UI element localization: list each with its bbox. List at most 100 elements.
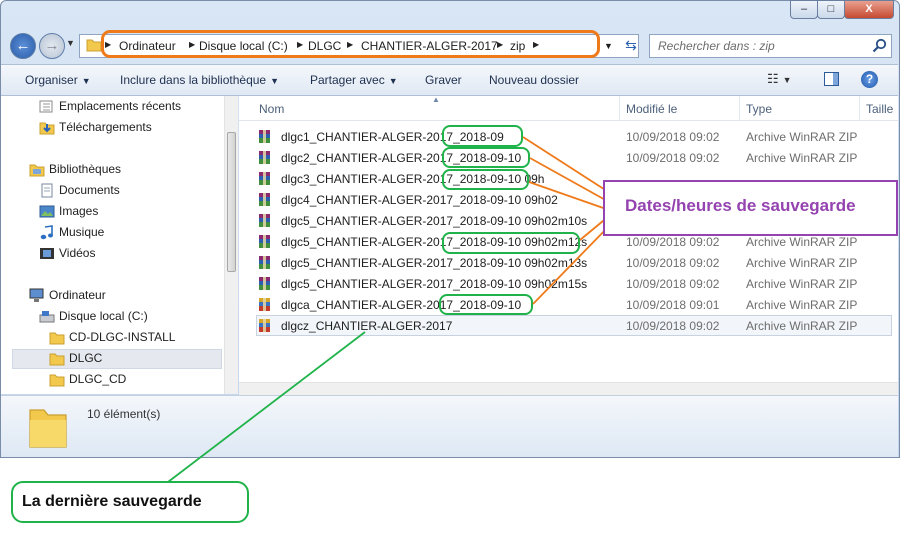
- forward-button[interactable]: →: [39, 33, 65, 59]
- callout-last-save: La dernière sauvegarde: [11, 481, 249, 523]
- search-input[interactable]: Rechercher dans : zip: [658, 39, 775, 53]
- column-size[interactable]: Taille: [866, 102, 893, 116]
- chevron-down-icon: ▼: [782, 75, 792, 85]
- maximize-button[interactable]: □: [817, 0, 845, 19]
- nav-label: DLGC: [69, 351, 103, 365]
- nav-label: Musique: [59, 225, 105, 239]
- nav-label: DLGC_CD: [69, 372, 127, 386]
- file-type: Archive WinRAR ZIP: [746, 130, 858, 144]
- arrow-left-icon: ←: [15, 37, 31, 54]
- file-modified: 10/09/2018 09:02: [626, 256, 720, 270]
- nav-label: Documents: [59, 183, 120, 197]
- change-view-button[interactable]: ☷ ▼: [767, 71, 792, 87]
- file-type: Archive WinRAR ZIP: [746, 277, 858, 291]
- winrar-archive-icon: [259, 277, 270, 290]
- chevron-down-icon: ▼: [388, 76, 398, 86]
- file-type: Archive WinRAR ZIP: [746, 319, 858, 333]
- nav-label: Vidéos: [59, 246, 96, 260]
- nav-scrollbar[interactable]: [224, 96, 238, 394]
- nav-label: CD-DLGC-INSTALL: [69, 330, 176, 344]
- share-menu[interactable]: Partager avec ▼: [310, 73, 398, 87]
- downloads-folder-icon: [39, 122, 55, 135]
- command-bar: Organiser ▼ Inclure dans la bibliothèque ▼…: [1, 64, 898, 96]
- libraries-icon: [29, 164, 45, 177]
- address-history-dropdown[interactable]: ▼: [604, 41, 613, 51]
- column-header: ▲ Nom Modifié le Type Taille: [239, 95, 898, 121]
- file-name: dlgcz_CHANTIER-ALGER-2017: [281, 319, 453, 333]
- horizontal-scrollbar[interactable]: [239, 382, 898, 396]
- help-button[interactable]: ?: [861, 71, 878, 88]
- preview-pane-button[interactable]: [824, 72, 839, 86]
- search-box[interactable]: Rechercher dans : zip: [649, 34, 892, 58]
- file-type: Archive WinRAR ZIP: [746, 151, 858, 165]
- videos-icon: [40, 248, 54, 259]
- winrar-archive-icon: [259, 130, 270, 143]
- new-folder-button[interactable]: Nouveau dossier: [489, 73, 579, 87]
- nav-label: Bibliothèques: [49, 162, 122, 176]
- file-name: dlgc5_CHANTIER-ALGER-2017_2018-09-10 09h…: [281, 256, 588, 270]
- nav-label: Disque local (C:): [59, 309, 148, 323]
- file-modified: 10/09/2018 09:02: [626, 319, 720, 333]
- organize-label: Organiser: [25, 73, 78, 87]
- file-type: Archive WinRAR ZIP: [746, 298, 858, 312]
- folder-icon: [86, 39, 102, 52]
- column-type[interactable]: Type: [746, 102, 772, 116]
- file-name: dlgc4_CHANTIER-ALGER-2017_2018-09-10 09h…: [281, 193, 558, 207]
- computer-icon: [29, 288, 44, 302]
- nav-selection-highlight: [12, 349, 222, 369]
- winrar-archive-icon: [259, 151, 270, 164]
- music-note-icon: [40, 225, 53, 240]
- include-library-menu[interactable]: Inclure dans la bibliothèque ▼: [120, 73, 279, 87]
- folder-large-icon: [29, 409, 67, 448]
- file-modified: 10/09/2018 09:01: [626, 298, 720, 312]
- file-modified: 10/09/2018 09:02: [626, 277, 720, 291]
- share-label: Partager avec: [310, 73, 385, 87]
- date-highlight-box: [442, 125, 523, 147]
- recent-pages-dropdown[interactable]: ▼: [66, 38, 75, 48]
- sort-ascending-icon: ▲: [432, 95, 440, 104]
- hard-drive-icon: [39, 311, 55, 323]
- chevron-down-icon: ▼: [81, 76, 91, 86]
- nav-label: Ordinateur: [49, 288, 106, 302]
- view-list-icon: ☷: [767, 71, 779, 86]
- minimize-button[interactable]: –: [790, 0, 818, 19]
- file-type: Archive WinRAR ZIP: [746, 256, 858, 270]
- include-label: Inclure dans la bibliothèque: [120, 73, 267, 87]
- documents-icon: [41, 183, 53, 198]
- refresh-icon: ⇆: [625, 37, 637, 53]
- column-modified[interactable]: Modifié le: [626, 102, 677, 116]
- date-highlight-box: [442, 147, 530, 168]
- column-name[interactable]: Nom: [259, 102, 284, 116]
- column-divider[interactable]: [859, 96, 860, 120]
- date-highlight-box: [439, 294, 533, 315]
- address-highlight-box: [101, 30, 600, 58]
- folder-icon: [49, 332, 65, 345]
- date-highlight-box: [442, 169, 529, 190]
- winrar-archive-icon: [259, 235, 270, 248]
- column-divider[interactable]: [739, 96, 740, 120]
- close-button[interactable]: X: [844, 0, 894, 19]
- callout-dates-label: Dates/heures de sauvegarde: [625, 196, 856, 215]
- back-button[interactable]: ←: [10, 33, 36, 59]
- window-controls: – □ X: [790, 0, 896, 20]
- winrar-archive-icon: [259, 193, 270, 206]
- file-name: dlgc5_CHANTIER-ALGER-2017_2018-09-10 09h…: [281, 277, 588, 291]
- winrar-archive-icon: [259, 256, 270, 269]
- nav-scrollbar-thumb[interactable]: [227, 132, 236, 272]
- folder-icon: [49, 374, 65, 387]
- callout-dates: Dates/heures de sauvegarde: [603, 180, 898, 236]
- winrar-archive-icon: [259, 319, 270, 332]
- callout-last-save-label: La dernière sauvegarde: [22, 493, 202, 510]
- chevron-down-icon: ▼: [270, 76, 280, 86]
- search-icon[interactable]: [872, 38, 887, 53]
- burn-button[interactable]: Graver: [425, 73, 462, 87]
- refresh-button[interactable]: ⇆: [620, 35, 642, 57]
- recent-places-icon: [39, 100, 53, 113]
- organize-menu[interactable]: Organiser ▼: [25, 73, 91, 87]
- folder-icon: [49, 353, 65, 366]
- nav-label: Images: [59, 204, 99, 218]
- arrow-right-icon: →: [44, 37, 60, 54]
- column-divider[interactable]: [619, 96, 620, 120]
- nav-label: Emplacements récents: [59, 99, 182, 113]
- file-modified: 10/09/2018 09:02: [626, 235, 720, 249]
